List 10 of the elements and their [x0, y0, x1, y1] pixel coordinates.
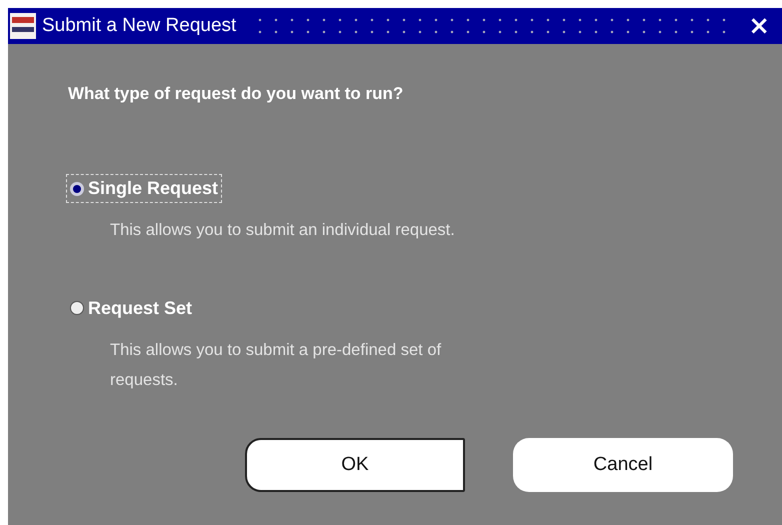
dialog-button[interactable]: Cancel — [513, 438, 733, 492]
option-description: This allows you to submit an individual request. — [110, 220, 456, 241]
radio-option[interactable]: Request Set — [68, 296, 194, 321]
window-title: Submit a New Request — [42, 15, 236, 37]
option-description: This allows you to submit a pre-defined set of requests. — [110, 340, 442, 392]
default-button[interactable]: OK — [245, 438, 465, 492]
question-text: What type of request do you want to run? — [68, 84, 404, 104]
app-logo-icon — [10, 13, 36, 39]
close-button[interactable]: × — [744, 13, 774, 39]
radio-option[interactable]: Single Request — [68, 176, 220, 201]
